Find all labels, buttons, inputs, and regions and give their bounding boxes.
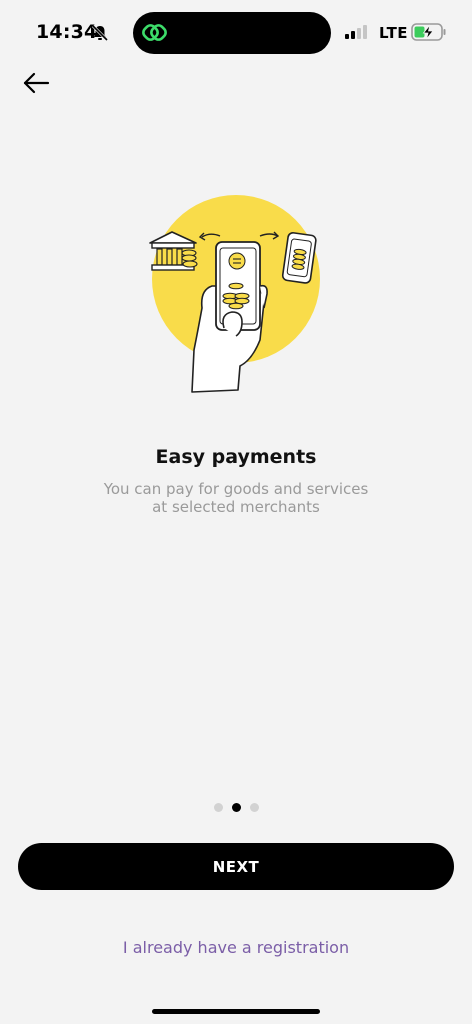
page-dot-active[interactable] [231, 803, 241, 812]
battery-charging-icon [411, 22, 447, 46]
status-time: 14:34 [36, 21, 98, 43]
page-dot[interactable] [249, 803, 259, 812]
already-registered-link[interactable]: I already have a registration [0, 938, 472, 957]
signal-icon [345, 24, 371, 44]
next-button[interactable]: NEXT [18, 843, 454, 890]
page-indicator [0, 803, 472, 812]
payment-illustration [140, 190, 330, 400]
network-type: LTE [379, 24, 409, 42]
onboarding-title: Easy payments [155, 446, 317, 468]
dynamic-island [133, 12, 331, 54]
onboarding-subtitle: You can pay for goods and services at se… [103, 480, 369, 516]
back-button[interactable] [22, 68, 52, 98]
arrow-left-icon [23, 72, 50, 94]
home-indicator[interactable] [152, 1009, 320, 1014]
bell-slash-icon [91, 24, 109, 46]
page-dot[interactable] [213, 803, 223, 812]
link-icon [141, 21, 169, 49]
status-bar: 14:34 LTE [0, 0, 472, 66]
